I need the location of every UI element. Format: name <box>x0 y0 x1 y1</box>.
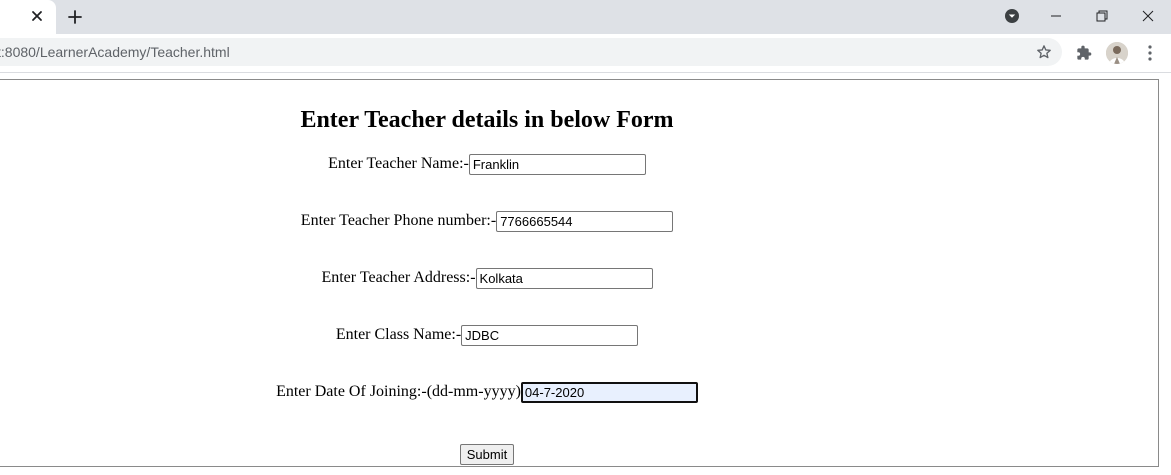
teacher-name-row: Enter Teacher Name:- <box>0 153 975 175</box>
joining-date-label: Enter Date Of Joining:-(dd-mm-yyyy) <box>276 383 521 400</box>
class-name-label: Enter Class Name:- <box>335 326 462 343</box>
teacher-name-input[interactable] <box>468 153 646 175</box>
page-frame: Enter Teacher details in below Form Ente… <box>0 79 1159 467</box>
puzzle-icon[interactable] <box>1074 43 1094 63</box>
close-window-icon[interactable] <box>1125 0 1171 32</box>
browser-toolbar: t:8080/LearnerAcademy/Teacher.html <box>0 34 1171 72</box>
active-tab[interactable] <box>0 0 56 34</box>
form-heading: Enter Teacher details in below Form <box>300 107 674 133</box>
joining-date-row: Enter Date Of Joining:-(dd-mm-yyyy) <box>0 381 975 403</box>
url-text[interactable]: t:8080/LearnerAcademy/Teacher.html <box>0 38 230 66</box>
star-icon[interactable] <box>1035 43 1053 61</box>
teacher-address-input[interactable] <box>475 267 653 289</box>
dropdown-circle-icon[interactable] <box>989 0 1035 32</box>
minimize-icon[interactable] <box>1033 0 1079 32</box>
submit-button[interactable]: Submit <box>459 444 515 465</box>
page-viewport: Enter Teacher details in below Form Ente… <box>0 73 1171 475</box>
avatar[interactable] <box>1106 42 1128 64</box>
class-name-input[interactable] <box>461 324 639 346</box>
teacher-phone-row: Enter Teacher Phone number:- <box>0 210 975 232</box>
plus-icon[interactable] <box>64 6 86 28</box>
teacher-phone-label: Enter Teacher Phone number:- <box>300 212 497 229</box>
joining-date-input[interactable] <box>520 381 698 403</box>
teacher-address-label: Enter Teacher Address:- <box>321 269 476 286</box>
address-bar[interactable]: t:8080/LearnerAcademy/Teacher.html <box>0 38 1062 66</box>
submit-row: Submit <box>0 444 975 465</box>
tab-strip <box>0 0 1171 34</box>
kebab-menu-icon[interactable] <box>1140 42 1160 64</box>
teacher-name-label: Enter Teacher Name:- <box>328 155 469 172</box>
restore-icon[interactable] <box>1079 0 1125 32</box>
close-icon[interactable] <box>28 7 46 25</box>
teacher-address-row: Enter Teacher Address:- <box>0 267 975 289</box>
class-name-row: Enter Class Name:- <box>0 324 975 346</box>
teacher-phone-input[interactable] <box>496 210 674 232</box>
